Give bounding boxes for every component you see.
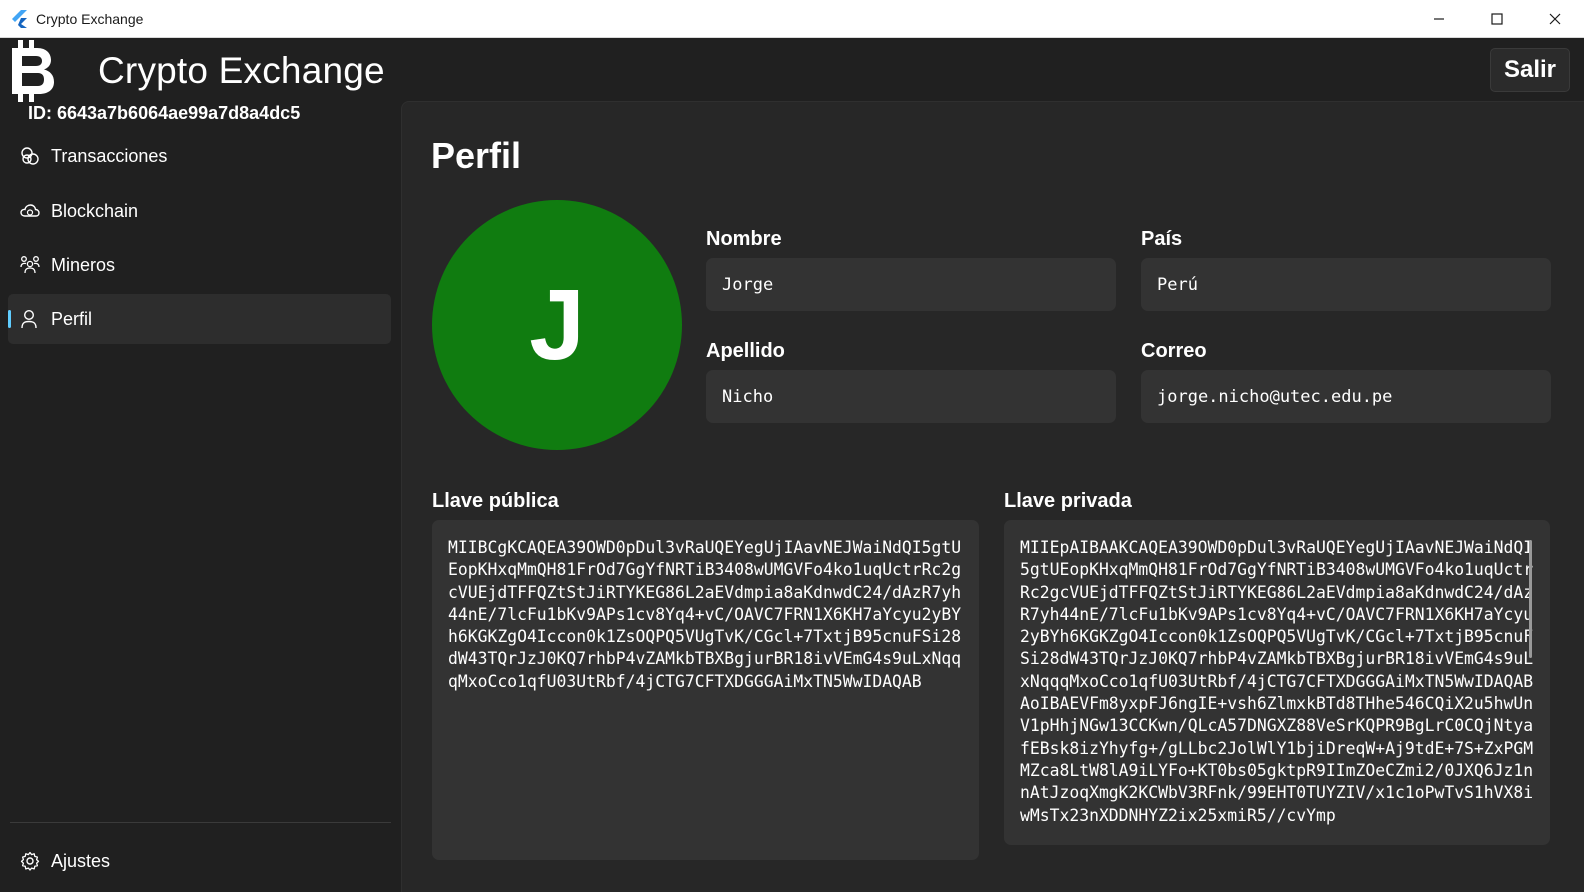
public-key-label: Llave pública	[432, 490, 559, 512]
sidebar-item-label: Perfil	[51, 308, 93, 329]
maximize-icon	[1491, 13, 1503, 25]
sidebar-item-label: Mineros	[51, 254, 116, 275]
minimize-icon	[1434, 18, 1444, 20]
close-icon	[1549, 13, 1561, 25]
flutter-icon	[11, 9, 29, 28]
pais-field[interactable]: Perú	[1141, 258, 1551, 311]
bitcoin-icon	[9, 40, 59, 102]
sidebar-item-perfil[interactable]: Perfil	[8, 294, 391, 344]
minimize-button[interactable]	[1410, 0, 1468, 38]
maximize-button[interactable]	[1468, 0, 1526, 38]
window-title: Crypto Exchange	[36, 10, 144, 27]
avatar: J	[432, 200, 682, 450]
sidebar-item-label: Ajustes	[51, 850, 111, 871]
sidebar-item-mineros[interactable]: Mineros	[8, 240, 391, 290]
apellido-label: Apellido	[706, 340, 785, 362]
private-key-label: Llave privada	[1004, 490, 1132, 512]
app-header: Crypto Exchange Salir	[0, 38, 1584, 102]
close-button[interactable]	[1526, 0, 1584, 38]
nombre-label: Nombre	[706, 228, 782, 250]
sidebar-item-label: Blockchain	[51, 200, 139, 221]
sidebar-item-ajustes[interactable]: Ajustes	[8, 836, 391, 886]
app-title: Crypto Exchange	[98, 50, 385, 91]
apellido-field[interactable]: Nicho	[706, 370, 1116, 423]
exit-button[interactable]: Salir	[1490, 48, 1570, 92]
people-icon	[20, 255, 40, 275]
sidebar-item-transacciones[interactable]: Transacciones	[8, 131, 391, 181]
pais-label: País	[1141, 228, 1183, 250]
gear-icon	[20, 851, 40, 871]
nombre-field[interactable]: Jorge	[706, 258, 1116, 311]
sidebar-divider	[10, 822, 391, 823]
active-indicator	[8, 310, 11, 328]
private-key-field[interactable]: MIIEpAIBAAKCAQEA39OWD0pDul3vRaUQEYegUjIA…	[1004, 520, 1550, 845]
page-title: Perfil	[431, 135, 522, 176]
transactions-icon	[20, 146, 40, 166]
public-key-field[interactable]: MIIBCgKCAQEA39OWD0pDul3vRaUQEYegUjIAavNE…	[432, 520, 979, 860]
sidebar-item-blockchain[interactable]: Blockchain	[8, 186, 391, 236]
correo-label: Correo	[1141, 340, 1207, 362]
window-titlebar: Crypto Exchange	[0, 0, 1584, 38]
cloud-icon	[20, 201, 40, 221]
user-id: ID: 6643a7b6064ae99a7d8a4dc5	[28, 103, 301, 123]
correo-field[interactable]: jorge.nicho@utec.edu.pe	[1141, 370, 1551, 423]
person-icon	[20, 309, 40, 329]
private-key-scrollbar[interactable]	[1529, 540, 1532, 658]
sidebar-item-label: Transacciones	[51, 145, 168, 166]
